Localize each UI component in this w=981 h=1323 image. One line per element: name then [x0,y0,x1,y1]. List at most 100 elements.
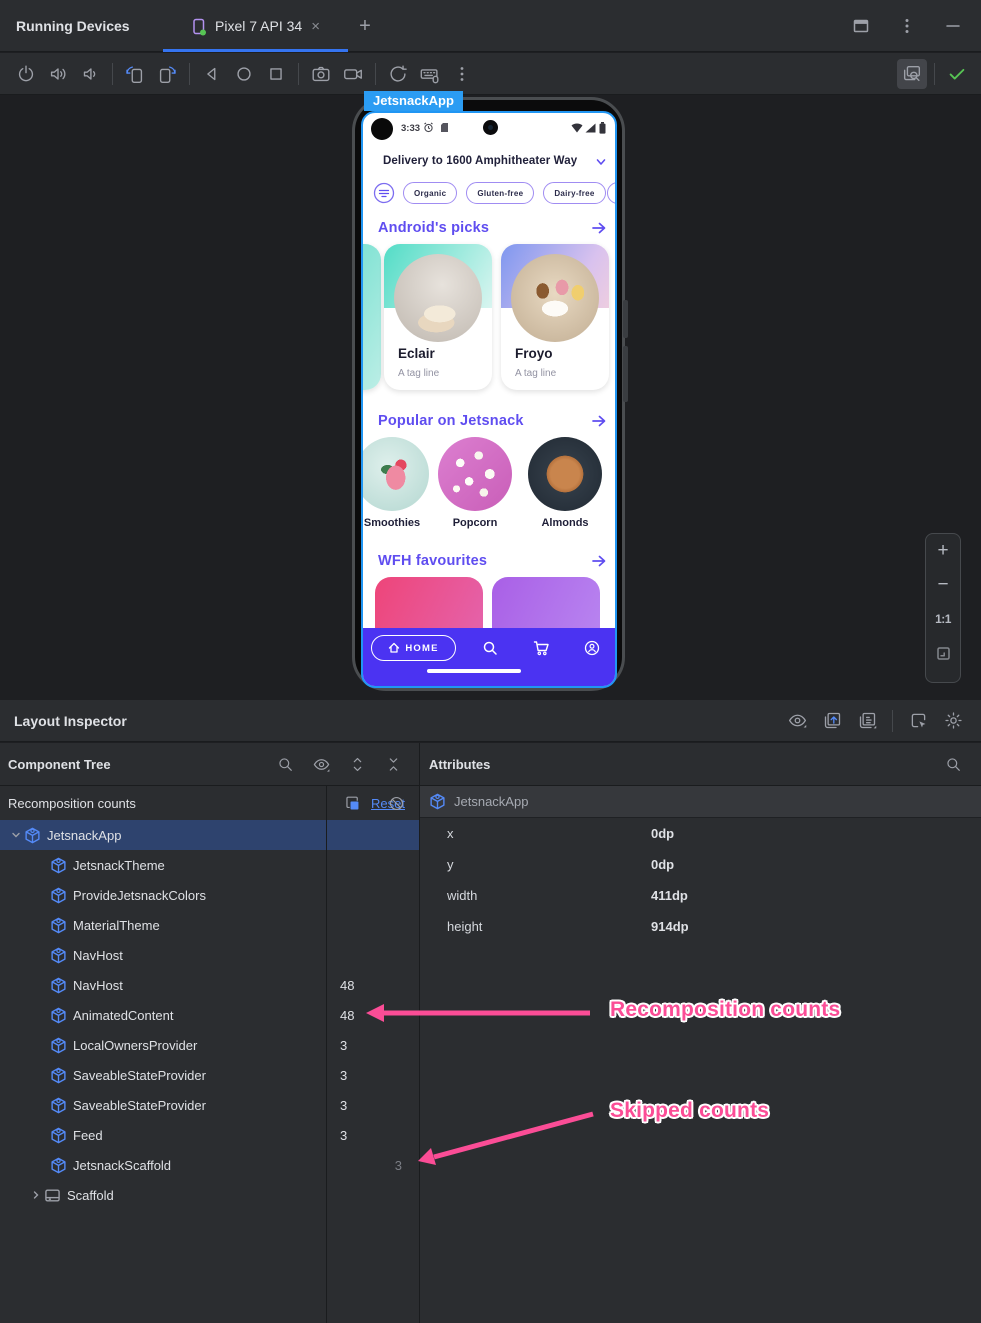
filter-chip-dairy-free[interactable]: Dairy-free [543,182,606,204]
chevron-down-icon[interactable] [8,830,24,840]
composable-cube-icon [50,1067,67,1084]
popular-item-almonds[interactable] [528,437,602,511]
screenshot-icon[interactable] [306,59,336,89]
tree-row-jetsnackscaffold[interactable]: JetsnackScaffold 3 [0,1150,419,1180]
chevron-right-icon[interactable] [28,1190,44,1200]
attribute-row-y[interactable]: y 0dp [420,849,981,880]
attribute-row-x[interactable]: x 0dp [420,818,981,849]
tree-filter-eye-icon[interactable] [306,749,336,779]
filter-icon[interactable] [373,182,395,204]
annotation-recomposition-counts: Recomposition counts [610,998,841,1021]
recomposition-count: 48 [340,977,355,993]
snack-tagline: A tag line [515,368,557,379]
recomposition-count: 3 [340,1127,348,1143]
zoom-out-button[interactable]: − [926,568,960,602]
tree-row-materialtheme[interactable]: MaterialTheme [0,910,419,940]
tree-row-navhost[interactable]: NavHost 48 [0,970,419,1000]
snack-name: Froyo [515,346,553,361]
collapse-all-icon[interactable] [378,749,408,779]
layout-inspector-toggle-icon[interactable] [897,59,927,89]
nav-cart-icon[interactable] [533,640,550,656]
composable-cube-icon [50,887,67,904]
filter-chip-gluten-free[interactable]: Gluten-free [466,182,535,204]
nav-home-button[interactable]: HOME [371,635,456,661]
more-options-icon[interactable] [892,11,922,41]
tree-row-providejetsnackcolors[interactable]: ProvideJetsnackColors [0,880,419,910]
window-title: Running Devices [16,18,130,34]
tree-node-label: AnimatedContent [73,1007,174,1023]
power-button-icon[interactable] [11,59,41,89]
toolbar-more-icon[interactable] [447,59,477,89]
counts-column-divider [326,786,327,1323]
device-display-area: 3:33 Delivery to 1600 Amphitheater Way O… [0,91,981,700]
volume-down-icon[interactable] [75,59,105,89]
section-title-popular: Popular on Jetsnack [378,413,524,429]
snack-card-froyo[interactable]: Froyo A tag line [501,244,609,390]
popular-item-popcorn[interactable] [438,437,512,511]
chevron-down-icon[interactable] [595,156,607,168]
zoom-actual-size-button[interactable]: 1:1 [926,602,960,636]
composable-cube-icon [50,977,67,994]
back-button-icon[interactable] [197,59,227,89]
overview-button-icon[interactable] [261,59,291,89]
delivery-address[interactable]: Delivery to 1600 Amphitheater Way [383,155,577,167]
tree-search-icon[interactable] [270,749,300,779]
nav-profile-icon[interactable] [584,640,600,656]
tree-node-label: ProvideJetsnackColors [73,887,206,903]
android-studio-window: Running Devices Pixel 7 API 34 × + 3:33 … [0,0,981,1323]
select-component-icon[interactable] [903,706,933,736]
hide-counts-ban-icon[interactable] [381,788,411,818]
tab-close-icon[interactable]: × [309,19,322,34]
component-tree: JetsnackApp JetsnackTheme ProvideJetsnackC… [0,820,419,1210]
attribute-row-height[interactable]: height 914dp [420,911,981,942]
device-screen[interactable]: 3:33 Delivery to 1600 Amphitheater Way O… [361,111,617,688]
highlight-color-eye-icon[interactable] [782,706,812,736]
tree-row-saveablestateprovider[interactable]: SaveableStateProvider 3 [0,1060,419,1090]
tree-row-animatedcontent[interactable]: AnimatedContent 48 [0,1000,419,1030]
zoom-to-fit-icon[interactable] [926,636,960,670]
filter-chip-organic[interactable]: Organic [403,182,458,204]
filter-chip-partial[interactable] [607,182,615,204]
tree-row-feed[interactable]: Feed 3 [0,1120,419,1150]
restore-window-icon[interactable] [846,11,876,41]
attribute-value: 914dp [651,919,689,934]
home-button-icon[interactable] [229,59,259,89]
tab-pixel-7[interactable]: Pixel 7 API 34 × [163,0,348,52]
tree-row-scaffold[interactable]: Scaffold [0,1180,419,1210]
attributes-search-icon[interactable] [938,749,968,779]
attribute-row-width[interactable]: width 411dp [420,880,981,911]
tree-row-jetsnackapp[interactable]: JetsnackApp [0,820,419,850]
new-tab-button[interactable]: + [352,13,378,39]
snack-card-eclair[interactable]: Eclair A tag line [384,244,492,390]
hardware-input-icon[interactable] [415,59,445,89]
snack-card-offscreen[interactable] [363,244,381,390]
hide-panel-icon[interactable] [938,11,968,41]
tree-row-saveablestateprovider[interactable]: SaveableStateProvider 3 [0,1090,419,1120]
show-counts-icon[interactable] [337,788,367,818]
attributes-title: Attributes [429,756,491,772]
wfh-arrow-icon[interactable] [591,554,607,568]
panel-divider[interactable] [419,743,420,1323]
export-snapshot-icon[interactable] [817,706,847,736]
annotation-skipped-counts: Skipped counts [610,1099,770,1122]
rotate-left-icon[interactable] [120,59,150,89]
popular-item-smoothies[interactable] [363,437,429,511]
expand-all-icon[interactable] [342,749,372,779]
layout-mode-icon[interactable] [852,706,882,736]
nav-search-icon[interactable] [482,640,498,656]
tree-node-label: Scaffold [67,1187,114,1203]
reset-view-icon[interactable] [383,59,413,89]
tree-row-localownersprovider[interactable]: LocalOwnersProvider 3 [0,1030,419,1060]
rotate-right-icon[interactable] [152,59,182,89]
apply-check-icon[interactable] [942,59,972,89]
picks-arrow-icon[interactable] [591,221,607,235]
record-screen-icon[interactable] [338,59,368,89]
component-tree-title: Component Tree [8,756,111,772]
popular-arrow-icon[interactable] [591,414,607,428]
zoom-in-button[interactable]: + [926,534,960,568]
tree-row-jetsnacktheme[interactable]: JetsnackTheme [0,850,419,880]
tree-row-navhost[interactable]: NavHost [0,940,419,970]
settings-gear-icon[interactable] [938,706,968,736]
volume-up-icon[interactable] [43,59,73,89]
view-icon [44,1187,61,1204]
